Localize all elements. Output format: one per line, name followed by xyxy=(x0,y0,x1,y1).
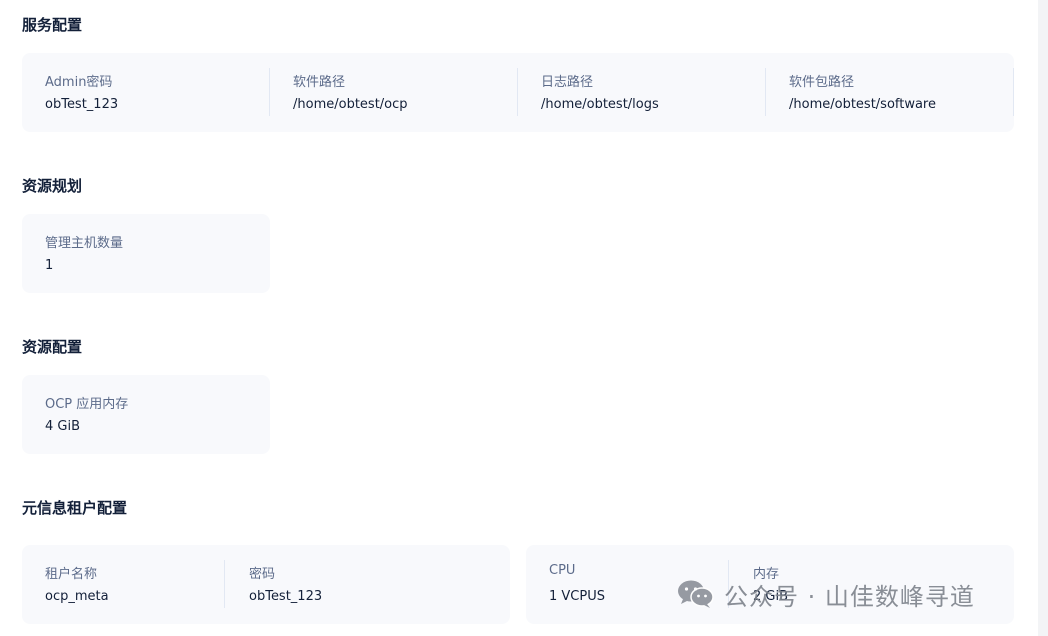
resource-plan-card: 管理主机数量 1 xyxy=(22,214,270,293)
host-count-value: 1 xyxy=(45,258,54,273)
resource-config-card: OCP 应用内存 4 GiB xyxy=(22,375,270,454)
service-config-card: Admin密码 obTest_123 软件路径 /home/obtest/ocp… xyxy=(22,53,1014,132)
watermark-text: 公众号 · 山佳数峰寻道 xyxy=(724,582,975,611)
admin-password-label: Admin密码 xyxy=(45,75,113,90)
package-path-field: 软件包路径 /home/obtest/software xyxy=(766,53,1014,132)
host-count-label: 管理主机数量 xyxy=(45,236,124,251)
resource-config-title: 资源配置 xyxy=(22,338,83,356)
admin-password-value: obTest_123 xyxy=(45,97,119,112)
software-path-label: 软件路径 xyxy=(293,75,346,90)
tenant-cpu-value: 1 VCPUS xyxy=(549,589,605,604)
tenant-password-field: 密码 obTest_123 xyxy=(226,545,510,624)
admin-password-field: Admin密码 obTest_123 xyxy=(22,53,270,132)
ocp-memory-field: OCP 应用内存 4 GiB xyxy=(22,375,270,454)
wechat-icon xyxy=(678,580,714,608)
watermark: 公众号 · 山佳数峰寻道 xyxy=(676,576,975,612)
log-path-value: /home/obtest/logs xyxy=(541,97,659,112)
service-config-title: 服务配置 xyxy=(22,16,83,34)
divider xyxy=(224,560,225,608)
meta-tenant-config-title: 元信息租户配置 xyxy=(22,499,128,517)
log-path-label: 日志路径 xyxy=(541,75,594,90)
host-count-field: 管理主机数量 1 xyxy=(22,214,270,293)
software-path-field: 软件路径 /home/obtest/ocp xyxy=(270,53,518,132)
ocp-memory-value: 4 GiB xyxy=(45,419,81,434)
meta-tenant-card-left: 租户名称 ocp_meta 密码 obTest_123 xyxy=(22,545,510,624)
tenant-password-value: obTest_123 xyxy=(249,589,323,604)
ocp-memory-label: OCP 应用内存 xyxy=(45,397,129,412)
tenant-name-value: ocp_meta xyxy=(45,589,109,604)
tenant-name-label: 租户名称 xyxy=(45,567,98,582)
package-path-value: /home/obtest/software xyxy=(789,97,936,112)
divider xyxy=(1013,68,1014,116)
scrollbar-track[interactable] xyxy=(1038,0,1048,636)
software-path-value: /home/obtest/ocp xyxy=(293,97,408,112)
tenant-name-field: 租户名称 ocp_meta xyxy=(22,545,225,624)
resource-plan-title: 资源规划 xyxy=(22,177,83,195)
tenant-cpu-label: CPU xyxy=(549,563,576,578)
log-path-field: 日志路径 /home/obtest/logs xyxy=(518,53,766,132)
tenant-password-label: 密码 xyxy=(249,567,276,582)
package-path-label: 软件包路径 xyxy=(789,75,855,90)
